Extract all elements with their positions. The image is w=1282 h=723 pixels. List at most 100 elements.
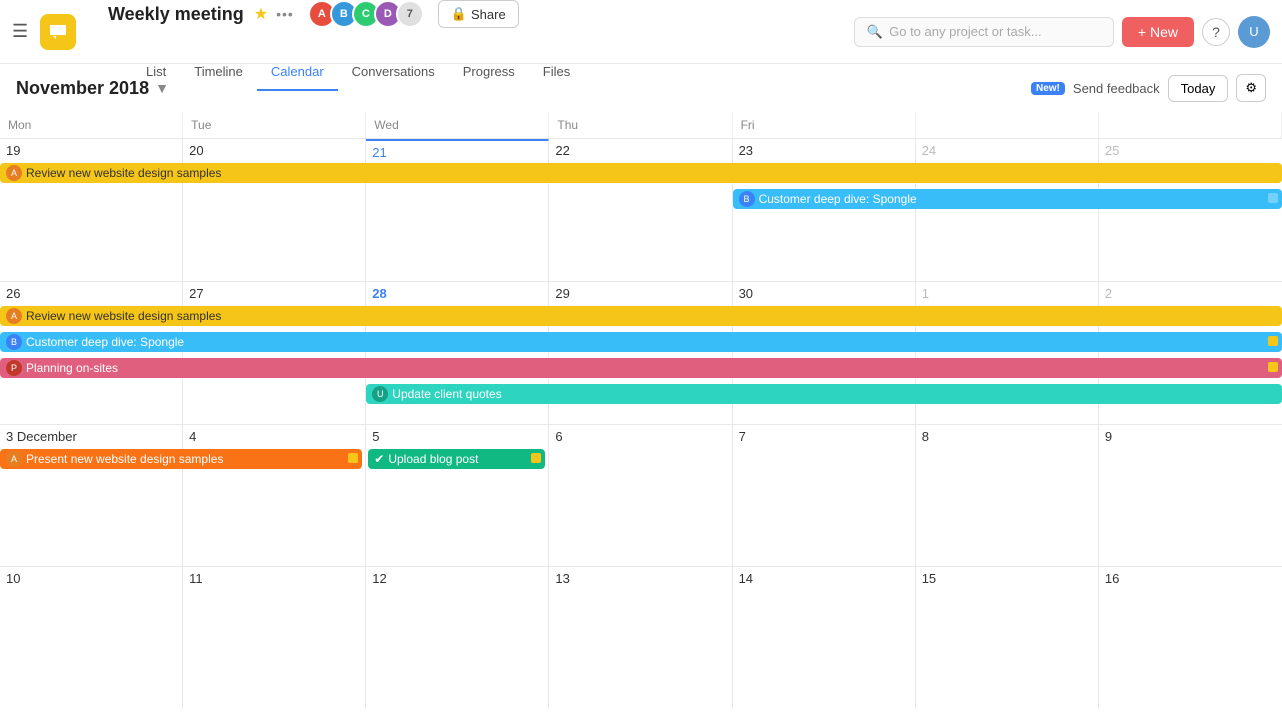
event-present-week3[interactable]: A Present new website design samples bbox=[0, 449, 362, 469]
day-header-mon: Mon bbox=[0, 112, 183, 138]
avatars-group: A B C D 7 bbox=[308, 0, 424, 28]
day-22[interactable]: 22 bbox=[549, 139, 732, 281]
top-center: Weekly meeting ★ ••• A B C D 7 🔒 Share L… bbox=[100, 0, 842, 63]
tab-conversations[interactable]: Conversations bbox=[338, 54, 449, 91]
calendar-grid: Mon Tue Wed Thu Fri 19 20 21 22 23 24 25… bbox=[0, 112, 1282, 709]
chevron-down-icon: ▼ bbox=[155, 80, 169, 96]
day-5dec[interactable]: 5 bbox=[366, 425, 549, 567]
new-badge: New! bbox=[1031, 82, 1065, 95]
app-logo[interactable] bbox=[40, 14, 76, 50]
star-icon[interactable]: ★ bbox=[254, 4, 268, 24]
day-header-sat bbox=[916, 112, 1099, 138]
share-button[interactable]: 🔒 Share bbox=[438, 0, 519, 28]
event-pin bbox=[1268, 193, 1278, 203]
view-toggle[interactable]: ⚙ bbox=[1236, 74, 1266, 102]
ev-pin4 bbox=[531, 453, 541, 463]
tab-timeline[interactable]: Timeline bbox=[180, 54, 257, 91]
lock-icon: 🔒 bbox=[451, 6, 467, 22]
ev-pin2 bbox=[1268, 362, 1278, 372]
tab-progress[interactable]: Progress bbox=[449, 54, 529, 91]
more-icon[interactable]: ••• bbox=[276, 6, 294, 22]
day-3dec[interactable]: 3 December bbox=[0, 425, 183, 567]
tab-calendar[interactable]: Calendar bbox=[257, 54, 338, 91]
day-11dec[interactable]: 11 bbox=[183, 567, 366, 709]
avatar-count: 7 bbox=[396, 0, 424, 28]
day-headers: Mon Tue Wed Thu Fri bbox=[0, 112, 1282, 139]
day-14dec[interactable]: 14 bbox=[733, 567, 916, 709]
today-button[interactable]: Today bbox=[1168, 75, 1229, 102]
day-header-sun bbox=[1099, 112, 1282, 138]
ev-pin bbox=[1268, 336, 1278, 346]
day-12dec[interactable]: 12 bbox=[366, 567, 549, 709]
event-review-week2[interactable]: A Review new website design samples bbox=[0, 306, 1282, 326]
event-label: Review new website design samples bbox=[26, 166, 221, 180]
day-header-thu: Thu bbox=[549, 112, 732, 138]
top-bar: ☰ Weekly meeting ★ ••• A B C D 7 🔒 Share… bbox=[0, 0, 1282, 64]
day-8dec[interactable]: 8 bbox=[916, 425, 1099, 567]
share-label: Share bbox=[471, 7, 506, 22]
day-15dec[interactable]: 15 bbox=[916, 567, 1099, 709]
week-row-1: 19 20 21 22 23 24 25 A Review new websit… bbox=[0, 139, 1282, 282]
week-days-3: 3 December 4 5 6 7 8 9 bbox=[0, 425, 1282, 567]
ev-lbl5: Present new website design samples bbox=[26, 452, 223, 466]
month-label: November 2018 bbox=[16, 78, 149, 99]
new-label: + New bbox=[1138, 24, 1178, 40]
project-title: Weekly meeting bbox=[108, 4, 244, 25]
ev-lbl4: Update client quotes bbox=[392, 387, 501, 401]
search-bar[interactable]: 🔍 Go to any project or task... bbox=[854, 17, 1114, 47]
menu-icon[interactable]: ☰ bbox=[12, 21, 28, 42]
ev-av: A bbox=[6, 308, 22, 324]
tab-files[interactable]: Files bbox=[529, 54, 584, 91]
event-upload-week3[interactable]: ✔ Upload blog post bbox=[368, 449, 545, 469]
ev-av2: B bbox=[6, 334, 22, 350]
week-row-4: 10 11 12 13 14 15 16 bbox=[0, 567, 1282, 709]
day-9dec[interactable]: 9 bbox=[1099, 425, 1282, 567]
ev-av4: U bbox=[372, 386, 388, 402]
check-icon: ✔ bbox=[374, 452, 384, 466]
day-19[interactable]: 19 bbox=[0, 139, 183, 281]
day-23[interactable]: 23 bbox=[733, 139, 916, 281]
top-right: 🔍 Go to any project or task... + New ? U bbox=[842, 0, 1282, 63]
week-days-4: 10 11 12 13 14 15 16 bbox=[0, 567, 1282, 709]
event-review-week1[interactable]: A Review new website design samples bbox=[0, 163, 1282, 183]
ev-lbl3: Planning on-sites bbox=[26, 361, 118, 375]
week-row-2: 26 27 28 29 2 more 30 1 ● 2 ● bbox=[0, 282, 1282, 425]
title-area: Weekly meeting ★ ••• A B C D 7 🔒 Share bbox=[108, 0, 519, 28]
help-button[interactable]: ? bbox=[1202, 18, 1230, 46]
search-placeholder: Go to any project or task... bbox=[889, 24, 1041, 39]
top-left: ☰ bbox=[0, 0, 100, 63]
feedback-link[interactable]: Send feedback bbox=[1073, 81, 1160, 96]
event-label-2: Customer deep dive: Spongle bbox=[759, 192, 917, 206]
event-avatar-2: B bbox=[739, 191, 755, 207]
day-header-fri: Fri bbox=[733, 112, 916, 138]
event-avatar: A bbox=[6, 165, 22, 181]
day-24[interactable]: 24 bbox=[916, 139, 1099, 281]
day-6dec[interactable]: 6 bbox=[549, 425, 732, 567]
ev-lbl: Review new website design samples bbox=[26, 309, 221, 323]
day-16dec[interactable]: 16 bbox=[1099, 567, 1282, 709]
day-10dec[interactable]: 10 bbox=[0, 567, 183, 709]
event-quotes-week2[interactable]: U Update client quotes bbox=[366, 384, 1282, 404]
day-27[interactable]: 27 bbox=[183, 282, 366, 424]
ev-av3: P bbox=[6, 360, 22, 376]
event-planning-week2[interactable]: P Planning on-sites bbox=[0, 358, 1282, 378]
day-7dec[interactable]: 7 bbox=[733, 425, 916, 567]
search-icon: 🔍 bbox=[867, 24, 883, 40]
day-20[interactable]: 20 bbox=[183, 139, 366, 281]
event-spongle-week2[interactable]: B Customer deep dive: Spongle bbox=[0, 332, 1282, 352]
day-26[interactable]: 26 bbox=[0, 282, 183, 424]
user-avatar[interactable]: U bbox=[1238, 16, 1270, 48]
day-4dec[interactable]: 4 bbox=[183, 425, 366, 567]
day-header-wed: Wed bbox=[366, 112, 549, 138]
day-header-tue: Tue bbox=[183, 112, 366, 138]
day-25[interactable]: 25 bbox=[1099, 139, 1282, 281]
month-title[interactable]: November 2018 ▼ bbox=[16, 78, 169, 99]
new-button[interactable]: + New bbox=[1122, 17, 1194, 47]
ev-av5: A bbox=[6, 451, 22, 467]
day-13dec[interactable]: 13 bbox=[549, 567, 732, 709]
week-row-3: 3 December 4 5 6 7 8 9 A Present new web… bbox=[0, 425, 1282, 568]
day-21[interactable]: 21 bbox=[366, 139, 549, 281]
sub-header-right: New! Send feedback Today ⚙ bbox=[1031, 74, 1266, 102]
ev-pin3 bbox=[348, 453, 358, 463]
event-spongle-week1[interactable]: B Customer deep dive: Spongle bbox=[733, 189, 1282, 209]
